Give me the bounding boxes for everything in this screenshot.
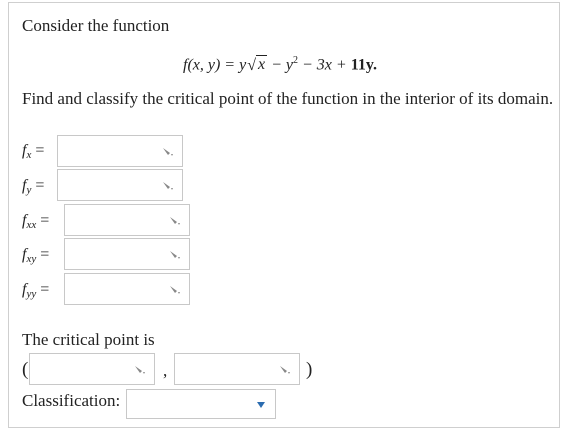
formula-lhs: f(x, y) = y [183, 56, 247, 74]
critical-point-x-input[interactable] [29, 353, 155, 385]
sqrt-argument: x [255, 55, 268, 74]
instruction-text: Find and classify the critical point of … [22, 89, 554, 108]
fx-input[interactable] [57, 135, 183, 167]
pencil-icon [170, 286, 180, 294]
pencil-icon [135, 366, 145, 374]
label-fy: fy = [22, 177, 45, 196]
formula-mid: − y [267, 56, 293, 74]
label-fyy: fyy = [22, 281, 50, 300]
pencil-icon [163, 182, 173, 190]
close-paren: ) [306, 359, 313, 380]
critical-point-label: The critical point is [22, 330, 155, 349]
fy-input[interactable] [57, 169, 183, 201]
pencil-icon [170, 251, 180, 259]
critical-point-y-input[interactable] [174, 353, 300, 385]
function-formula: f(x, y) = y√ x − y2 − 3x + 11y. [183, 55, 377, 74]
classification-select[interactable] [126, 389, 276, 419]
fxx-input[interactable] [64, 204, 190, 236]
intro-text: Consider the function [22, 16, 170, 35]
fxy-input[interactable] [64, 238, 190, 270]
open-paren: ( [22, 359, 29, 380]
label-fxy: fxy = [22, 246, 50, 265]
pencil-icon [163, 148, 173, 156]
fyy-input[interactable] [64, 273, 190, 305]
dropdown-arrow-icon [257, 402, 265, 408]
sqrt-symbol: √ x [247, 55, 268, 75]
pencil-icon [280, 366, 290, 374]
comma: , [163, 361, 168, 380]
label-fx: fx = [22, 142, 45, 161]
label-fxx: fxx = [22, 212, 50, 231]
formula-bold-tail: 11y. [350, 56, 377, 74]
classification-label: Classification: [22, 391, 121, 410]
question-panel: Consider the function f(x, y) = y√ x − y2… [8, 2, 560, 428]
formula-end: − 3x + [298, 56, 351, 74]
pencil-icon [170, 217, 180, 225]
